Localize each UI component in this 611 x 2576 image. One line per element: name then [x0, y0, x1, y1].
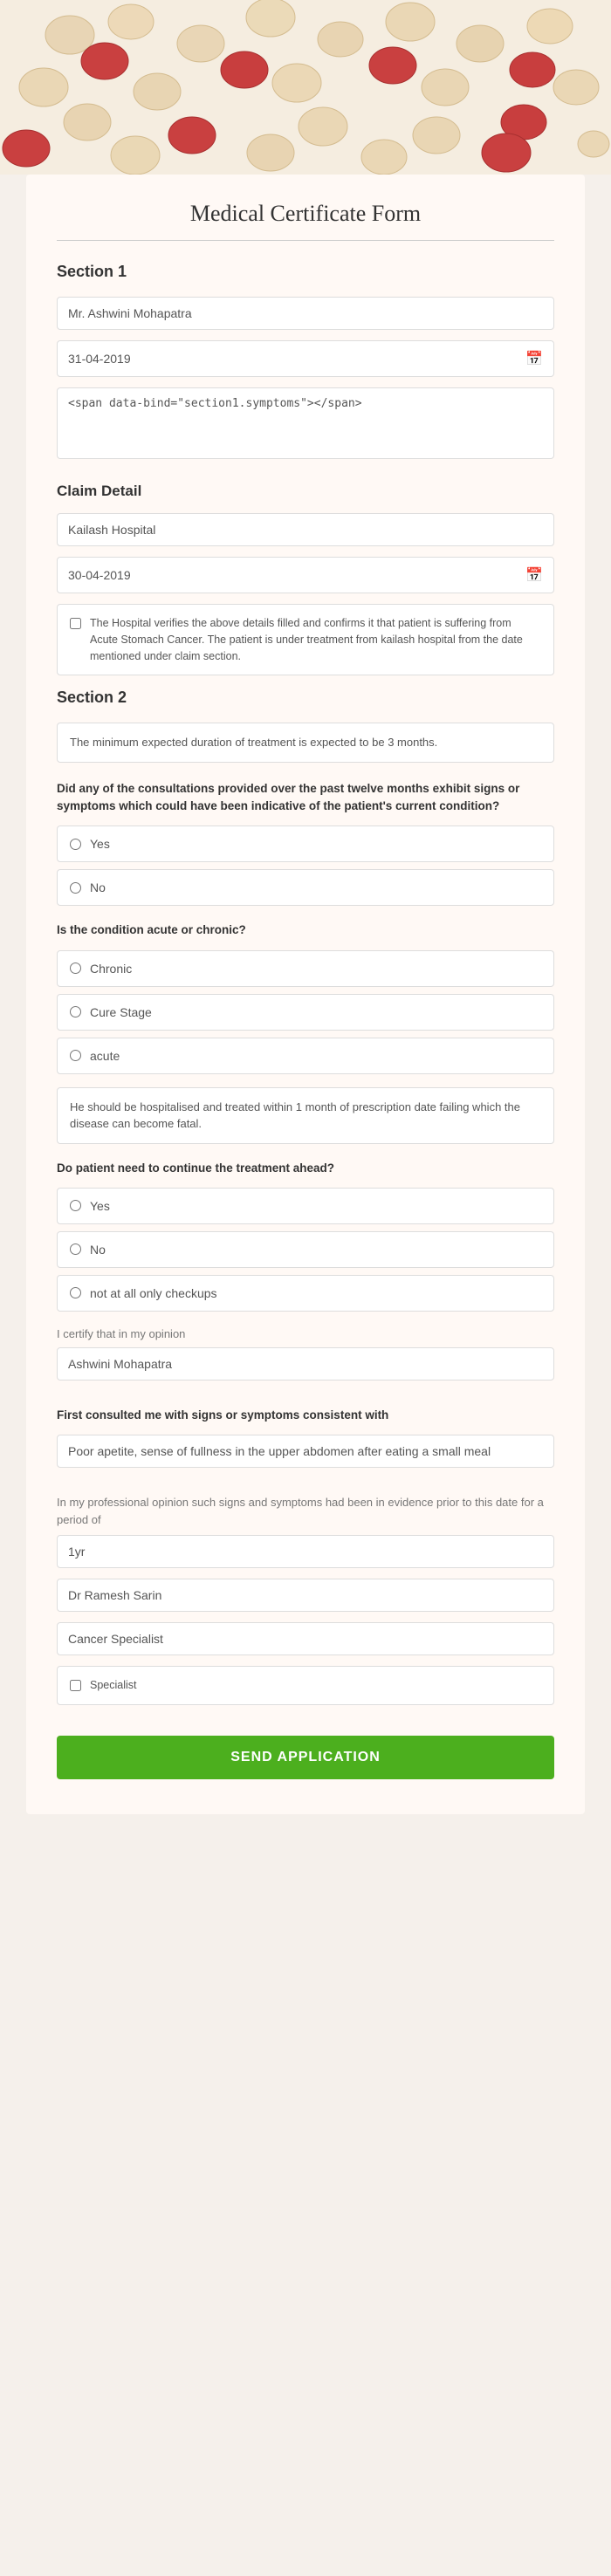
certify-label: I certify that in my opinion	[57, 1327, 554, 1340]
question1-label: Did any of the consultations provided ov…	[57, 780, 554, 816]
question3-label: Do patient need to continue the treatmen…	[57, 1160, 554, 1177]
specialist-checkbox[interactable]	[70, 1680, 81, 1691]
date2-value: 30-04-2019	[68, 568, 131, 582]
doctor-name-input[interactable]	[57, 1347, 554, 1380]
info-box: He should be hospitalised and treated wi…	[57, 1087, 554, 1144]
form-wrapper: Medical Certificate Form Section 1 31-04…	[26, 175, 585, 1814]
hero-image	[0, 0, 611, 175]
q3-no-option[interactable]: No	[57, 1231, 554, 1268]
date1-value: 31-04-2019	[68, 352, 131, 366]
q2-acute-label: acute	[90, 1049, 120, 1063]
hospital-verify-checkbox[interactable]	[70, 618, 81, 629]
symptoms-field[interactable]	[57, 1435, 554, 1468]
q2-acute-option[interactable]: acute	[57, 1038, 554, 1074]
q1-no-option[interactable]: No	[57, 869, 554, 906]
question2-label: Is the condition acute or chronic?	[57, 921, 554, 939]
q1-no-label: No	[90, 880, 106, 894]
specialist-checkbox-container[interactable]: Specialist	[57, 1666, 554, 1705]
hospital-name-input[interactable]	[57, 513, 554, 546]
section2-heading: Section 2	[57, 689, 554, 707]
q2-cure-label: Cure Stage	[90, 1005, 152, 1019]
q3-notall-radio[interactable]	[70, 1287, 81, 1298]
date2-field[interactable]: 30-04-2019 📅	[57, 557, 554, 593]
q2-cure-option[interactable]: Cure Stage	[57, 994, 554, 1031]
section2: Section 2 The minimum expected duration …	[57, 689, 554, 1779]
q2-chronic-option[interactable]: Chronic	[57, 950, 554, 987]
q3-notall-option[interactable]: not at all only checkups	[57, 1275, 554, 1312]
hospital-verify-text: The Hospital verifies the above details …	[90, 615, 541, 664]
patient-name-input[interactable]	[57, 297, 554, 330]
calendar-icon2: 📅	[525, 566, 543, 584]
symptoms-textarea[interactable]: <span data-bind="section1.symptoms"></sp…	[57, 387, 554, 459]
send-application-button[interactable]: SEND APPLICATION	[57, 1736, 554, 1779]
claim-detail-heading: Claim Detail	[57, 483, 554, 500]
q3-yes-option[interactable]: Yes	[57, 1188, 554, 1224]
duration-text: The minimum expected duration of treatme…	[57, 723, 554, 763]
professional-opinion-label: In my professional opinion such signs an…	[57, 1494, 554, 1528]
q1-yes-option[interactable]: Yes	[57, 826, 554, 862]
q1-yes-radio[interactable]	[70, 839, 81, 850]
q3-no-radio[interactable]	[70, 1243, 81, 1255]
title-divider	[57, 240, 554, 241]
first-consulted-label: First consulted me with signs or symptom…	[57, 1407, 554, 1424]
doctor-name2-input[interactable]	[57, 1579, 554, 1612]
q2-acute-radio[interactable]	[70, 1050, 81, 1061]
specialist-checkbox-label: Specialist	[90, 1677, 137, 1694]
hospital-verify-checkbox-container[interactable]: The Hospital verifies the above details …	[57, 604, 554, 675]
q2-chronic-label: Chronic	[90, 962, 132, 976]
section1: Section 1 31-04-2019 📅 <span data-bind="…	[57, 263, 554, 474]
q1-yes-label: Yes	[90, 837, 110, 851]
q2-chronic-radio[interactable]	[70, 963, 81, 974]
page-container: Medical Certificate Form Section 1 31-04…	[0, 0, 611, 1814]
form-title: Medical Certificate Form	[57, 201, 554, 227]
q2-cure-radio[interactable]	[70, 1006, 81, 1017]
q3-no-label: No	[90, 1243, 106, 1257]
section1-heading: Section 1	[57, 263, 554, 281]
specialist-input[interactable]	[57, 1622, 554, 1655]
claim-detail: Claim Detail 30-04-2019 📅 The Hospital v…	[57, 483, 554, 675]
q3-yes-radio[interactable]	[70, 1200, 81, 1211]
period-input[interactable]	[57, 1535, 554, 1568]
calendar-icon: 📅	[525, 350, 543, 367]
q1-no-radio[interactable]	[70, 882, 81, 894]
q3-notall-label: not at all only checkups	[90, 1286, 217, 1300]
date1-field[interactable]: 31-04-2019 📅	[57, 340, 554, 377]
q3-yes-label: Yes	[90, 1199, 110, 1213]
